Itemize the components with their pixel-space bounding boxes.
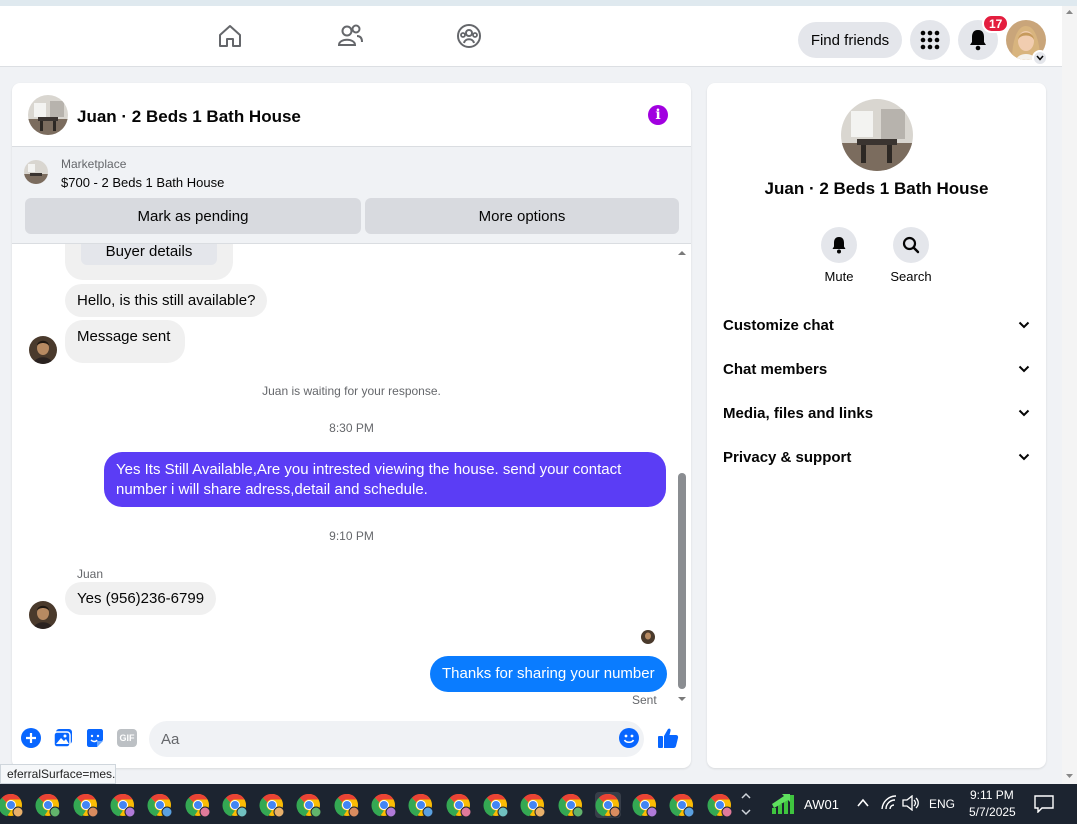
timestamp: 9:10 PM xyxy=(329,529,374,543)
seen-receipt-avatar xyxy=(641,630,655,644)
sender-name: Juan xyxy=(77,567,104,581)
tray-chevron-up-icon[interactable] xyxy=(856,796,870,815)
taskbar-browser-icon[interactable] xyxy=(520,792,546,818)
sender-avatar[interactable] xyxy=(29,336,57,364)
taskbar-browser-icon[interactable] xyxy=(408,792,434,818)
media-files-links-section[interactable]: Media, files and links xyxy=(707,395,1046,431)
mark-as-pending-button[interactable]: Mark as pending xyxy=(25,198,361,234)
waiting-notice: Juan is waiting for your response. xyxy=(262,384,441,398)
message-list: Buyer details Hello, is this still avail… xyxy=(12,244,691,708)
media-files-links-label: Media, files and links xyxy=(723,404,874,422)
message-scrollbar-thumb[interactable] xyxy=(678,473,686,689)
thumbs-up-icon[interactable] xyxy=(657,727,679,749)
notification-center-icon[interactable] xyxy=(1034,795,1054,818)
gif-icon[interactable]: GIF xyxy=(116,727,138,749)
incoming-message[interactable]: Hello, is this still available? xyxy=(65,284,268,317)
notification-count-badge: 17 xyxy=(982,14,1010,33)
privacy-support-label: Privacy & support xyxy=(723,448,852,466)
taskbar-browser-icon[interactable] xyxy=(0,792,24,818)
volume-icon[interactable] xyxy=(902,794,920,816)
search-action[interactable]: Search xyxy=(881,227,941,284)
buyer-details-button[interactable]: Buyer details xyxy=(81,244,217,265)
mute-label: Mute xyxy=(824,269,854,284)
browser-status-url: eferralSurface=mes... xyxy=(0,764,116,784)
taskbar-browser-icon[interactable] xyxy=(483,792,509,818)
clock-date[interactable]: 5/7/2025 xyxy=(969,805,1016,819)
taskbar-browser-icon[interactable] xyxy=(558,792,584,818)
emoji-icon[interactable] xyxy=(618,727,640,749)
chat-header: Juan · 2 Beds 1 Bath House i xyxy=(12,83,691,147)
taskbar-browser-icon[interactable] xyxy=(594,792,621,818)
listing-avatar[interactable] xyxy=(28,95,68,135)
language-indicator[interactable]: ENG xyxy=(929,797,955,811)
taskbar-overflow-scroller[interactable] xyxy=(738,784,754,824)
taskbar-browser-icon[interactable] xyxy=(334,792,360,818)
listing-profile-image[interactable] xyxy=(841,99,913,171)
chevron-down-icon xyxy=(1018,409,1030,417)
bell-icon[interactable] xyxy=(821,227,857,263)
timestamp: 8:30 PM xyxy=(329,421,374,435)
incoming-message[interactable]: Yes (956)236-6799 xyxy=(65,582,217,615)
customize-chat-section[interactable]: Customize chat xyxy=(707,307,1046,343)
taskbar-browser-icon[interactable] xyxy=(371,792,397,818)
listing-price-title[interactable]: $700 - 2 Beds 1 Bath House xyxy=(61,175,224,190)
taskbar-browser-icon[interactable] xyxy=(669,792,695,818)
privacy-support-section[interactable]: Privacy & support xyxy=(707,439,1046,475)
window-scrollbar[interactable] xyxy=(1062,6,1077,784)
clock-time[interactable]: 9:11 PM xyxy=(970,788,1014,802)
taskbar-browser-icon[interactable] xyxy=(259,792,285,818)
wifi-icon[interactable] xyxy=(880,795,898,816)
taskbar-browser-icon[interactable] xyxy=(110,792,136,818)
outgoing-message[interactable]: Thanks for sharing your number xyxy=(430,656,667,692)
windows-taskbar: AW01 ENG 9:11 PM 5/7/2025 xyxy=(0,784,1077,824)
taskbar-browser-icon[interactable] xyxy=(147,792,173,818)
find-friends-button[interactable]: Find friends xyxy=(798,22,902,58)
taskbar-browser-icon[interactable] xyxy=(707,792,733,818)
taskbar-browser-icon[interactable] xyxy=(446,792,472,818)
chevron-down-icon xyxy=(1018,321,1030,329)
taskbar-browser-icon[interactable] xyxy=(185,792,211,818)
network-signal-icon[interactable] xyxy=(770,792,796,821)
chat-members-label: Chat members xyxy=(723,360,828,378)
taskbar-browser-icon[interactable] xyxy=(296,792,322,818)
search-icon[interactable] xyxy=(893,227,929,263)
search-label: Search xyxy=(890,269,932,284)
chevron-down-icon xyxy=(1018,365,1030,373)
chat-title[interactable]: Juan · 2 Beds 1 Bath House xyxy=(77,107,301,127)
taskbar-browser-icon[interactable] xyxy=(632,792,658,818)
home-icon[interactable] xyxy=(216,22,244,50)
customize-chat-label: Customize chat xyxy=(723,316,834,334)
taskbar-browser-icon[interactable] xyxy=(35,792,61,818)
marketplace-label: Marketplace xyxy=(61,157,127,171)
top-navbar: Find friends 17 xyxy=(0,6,1062,67)
menu-grid-icon[interactable] xyxy=(910,20,950,60)
sticker-icon[interactable] xyxy=(84,727,106,749)
gif-label: GIF xyxy=(117,729,137,747)
chat-info-panel: Juan · 2 Beds 1 Bath House Mute Search C… xyxy=(707,83,1046,768)
info-panel-title: Juan · 2 Beds 1 Bath House xyxy=(764,179,989,198)
message-sent-text: Message sent xyxy=(77,328,171,345)
sender-avatar[interactable] xyxy=(29,601,57,629)
chat-members-section[interactable]: Chat members xyxy=(707,351,1046,387)
listing-thumbnail[interactable] xyxy=(24,160,48,184)
more-options-button[interactable]: More options xyxy=(365,198,679,234)
chat-window: Juan · 2 Beds 1 Bath House i Marketplace… xyxy=(12,83,691,768)
chevron-down-icon xyxy=(1018,453,1030,461)
message-input[interactable] xyxy=(149,721,644,757)
groups-icon[interactable] xyxy=(455,22,483,50)
network-name: AW01 xyxy=(804,797,839,812)
friends-icon[interactable] xyxy=(336,22,364,50)
outgoing-message[interactable]: Yes Its Still Available,Are you intreste… xyxy=(104,452,666,507)
plus-circle-icon[interactable] xyxy=(20,727,42,749)
sent-status: Sent xyxy=(632,693,657,707)
mute-action[interactable]: Mute xyxy=(809,227,869,284)
account-chevron-down-icon[interactable] xyxy=(1032,50,1048,66)
taskbar-browser-icon[interactable] xyxy=(222,792,248,818)
message-composer: GIF xyxy=(12,713,691,763)
photo-icon[interactable] xyxy=(52,727,74,749)
info-icon[interactable]: i xyxy=(648,105,668,125)
taskbar-browser-icon[interactable] xyxy=(73,792,99,818)
